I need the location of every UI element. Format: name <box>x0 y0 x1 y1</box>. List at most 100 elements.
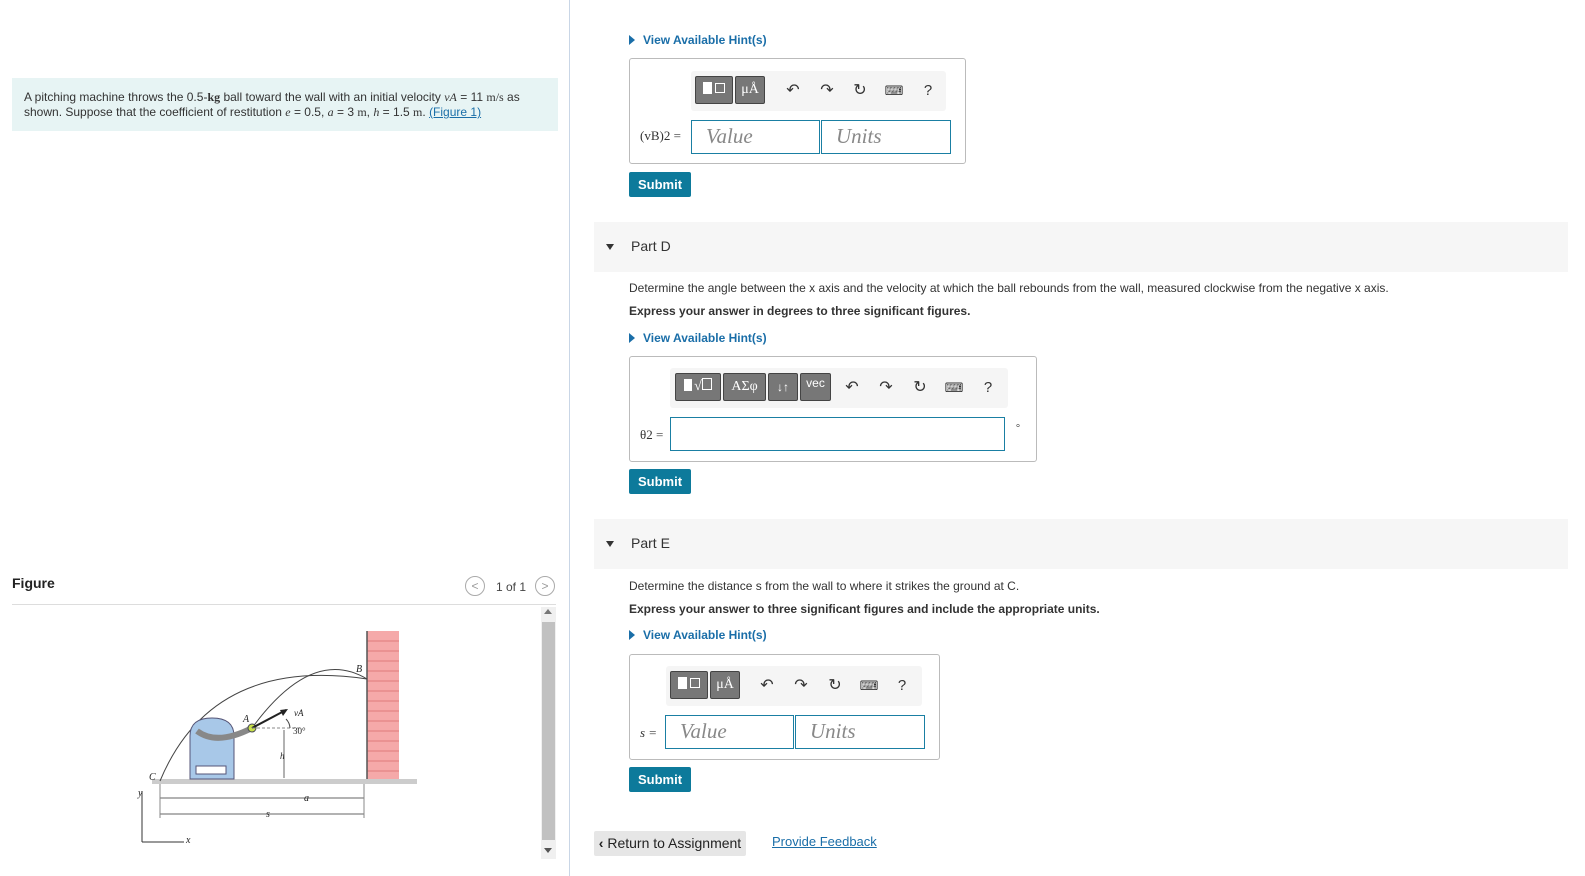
part-c-toolbar: μÅ ↶ ↷ ↻ ⌨ ? <box>691 71 946 111</box>
part-e-answer-box: μÅ ↶ ↷ ↻ ⌨ ? s = Value Units <box>629 654 940 760</box>
hint-label: View Available Hint(s) <box>643 33 767 47</box>
h-unit: m <box>413 105 423 119</box>
vector-button[interactable]: vec <box>800 373 831 401</box>
part-e-description: Determine the distance s from the wall t… <box>629 579 1020 593</box>
figure-link[interactable]: (Figure 1) <box>429 105 481 119</box>
scroll-up-icon[interactable] <box>544 609 552 614</box>
velocity-symbol: vA <box>444 90 457 104</box>
caret-right-icon <box>629 35 635 45</box>
part-c-answer-label: (vB)2 = <box>640 128 681 143</box>
provide-feedback-link[interactable]: Provide Feedback <box>772 834 877 849</box>
part-d-answer-box: √ ΑΣφ ↓↑ vec ↶ ↷ ↻ ⌨ ? θ2 = ° <box>629 356 1037 462</box>
label-y: y <box>137 788 143 799</box>
part-d-instruction: Express your answer in degrees to three … <box>629 304 971 318</box>
undo-icon[interactable]: ↶ <box>783 81 803 101</box>
label-angle: 30° <box>293 726 306 736</box>
scroll-down-icon[interactable] <box>544 848 552 853</box>
figure-prev-button[interactable]: < <box>465 576 485 596</box>
part-e-submit-button[interactable]: Submit <box>629 767 691 792</box>
part-e-answer-label: s = <box>640 725 658 740</box>
chevron-right-icon: > <box>541 579 549 593</box>
redo-icon[interactable]: ↷ <box>791 676 811 696</box>
value-input[interactable]: Value <box>665 715 794 749</box>
part-e-toolbar: μÅ ↶ ↷ ↻ ⌨ ? <box>666 666 922 706</box>
part-e-header[interactable]: Part E <box>594 519 1568 569</box>
return-label: Return to Assignment <box>607 835 742 851</box>
a-value: = 3 <box>333 105 358 119</box>
part-c-answer-box: μÅ ↶ ↷ ↻ ⌨ ? (vB)2 = Value Units <box>629 58 966 164</box>
figure-image: B A vA 30° h C y x a s <box>137 631 417 846</box>
label-B: B <box>356 664 362 675</box>
reset-icon[interactable]: ↻ <box>850 81 870 101</box>
divider <box>12 604 556 605</box>
help-button[interactable]: ? <box>892 676 912 696</box>
machine-base <box>195 765 227 775</box>
mass-unit: kg <box>207 90 221 104</box>
velocity-unit: m/s <box>486 90 504 104</box>
part-d-title: Part D <box>631 238 671 254</box>
reset-icon[interactable]: ↻ <box>910 378 930 398</box>
caret-right-icon <box>629 630 635 640</box>
label-vA: vA <box>294 708 304 718</box>
label-h: h <box>280 751 285 761</box>
velocity-arrow <box>251 709 287 729</box>
template-button[interactable]: √ <box>675 373 721 401</box>
hint-label: View Available Hint(s) <box>643 331 767 345</box>
label-A: A <box>242 714 250 725</box>
keyboard-icon[interactable]: ⌨ <box>859 676 879 696</box>
arrows-button[interactable]: ↓↑ <box>768 373 798 401</box>
problem-text: as <box>503 90 520 104</box>
help-button[interactable]: ? <box>918 81 938 101</box>
label-s: s <box>266 809 270 820</box>
redo-icon[interactable]: ↷ <box>817 81 837 101</box>
units-button[interactable]: μÅ <box>710 671 740 699</box>
units-input[interactable]: Units <box>821 120 951 154</box>
redo-icon[interactable]: ↷ <box>876 378 896 398</box>
wall <box>367 631 399 779</box>
caret-down-icon <box>606 541 614 547</box>
keyboard-icon[interactable]: ⌨ <box>944 378 964 398</box>
greek-symbols-button[interactable]: ΑΣφ <box>723 373 766 401</box>
undo-icon[interactable]: ↶ <box>842 378 862 398</box>
value-input[interactable]: Value <box>691 120 820 154</box>
units-button[interactable]: μÅ <box>735 76 765 104</box>
part-e-hint-toggle[interactable]: View Available Hint(s) <box>629 628 767 642</box>
ground <box>152 779 417 784</box>
reset-icon[interactable]: ↻ <box>825 676 845 696</box>
part-e-instruction: Express your answer to three significant… <box>629 602 1100 616</box>
degree-unit: ° <box>1016 423 1020 434</box>
figure-heading: Figure <box>12 575 55 591</box>
problem-text: ball toward the wall with an initial vel… <box>220 90 445 104</box>
part-d-toolbar: √ ΑΣφ ↓↑ vec ↶ ↷ ↻ ⌨ ? <box>670 368 1008 408</box>
keyboard-icon[interactable]: ⌨ <box>884 81 904 101</box>
angle-arc <box>285 718 291 729</box>
part-d-description: Determine the angle between the x axis a… <box>629 281 1389 295</box>
help-button[interactable]: ? <box>978 378 998 398</box>
part-c-submit-button[interactable]: Submit <box>629 172 691 197</box>
template-button[interactable] <box>670 671 708 699</box>
pane-divider[interactable] <box>569 0 570 876</box>
problem-statement: A pitching machine throws the 0.5-kg bal… <box>12 78 558 131</box>
hint-label: View Available Hint(s) <box>643 628 767 642</box>
part-d-header[interactable]: Part D <box>594 222 1568 272</box>
problem-text: shown. Suppose that the coefficient of r… <box>24 105 286 119</box>
part-d-hint-toggle[interactable]: View Available Hint(s) <box>629 331 767 345</box>
part-d-answer-label: θ2 = <box>640 427 664 442</box>
chevron-left-icon: < <box>471 579 479 593</box>
return-to-assignment-button[interactable]: ‹ Return to Assignment <box>594 831 746 856</box>
figure-next-button[interactable]: > <box>535 576 555 596</box>
units-input[interactable]: Units <box>795 715 925 749</box>
part-c-hint-toggle[interactable]: View Available Hint(s) <box>629 33 767 47</box>
e-value: = 0.5, <box>290 105 328 119</box>
scrollbar-thumb[interactable] <box>542 622 555 840</box>
part-d-submit-button[interactable]: Submit <box>629 469 691 494</box>
undo-icon[interactable]: ↶ <box>757 676 777 696</box>
a-unit: m <box>357 105 367 119</box>
velocity-value: = 11 <box>456 90 487 104</box>
h-value: = 1.5 <box>379 105 414 119</box>
label-C: C <box>149 772 156 783</box>
part-e-title: Part E <box>631 535 670 551</box>
angle-input[interactable] <box>670 417 1005 451</box>
caret-down-icon <box>606 244 614 250</box>
template-button[interactable] <box>695 76 733 104</box>
